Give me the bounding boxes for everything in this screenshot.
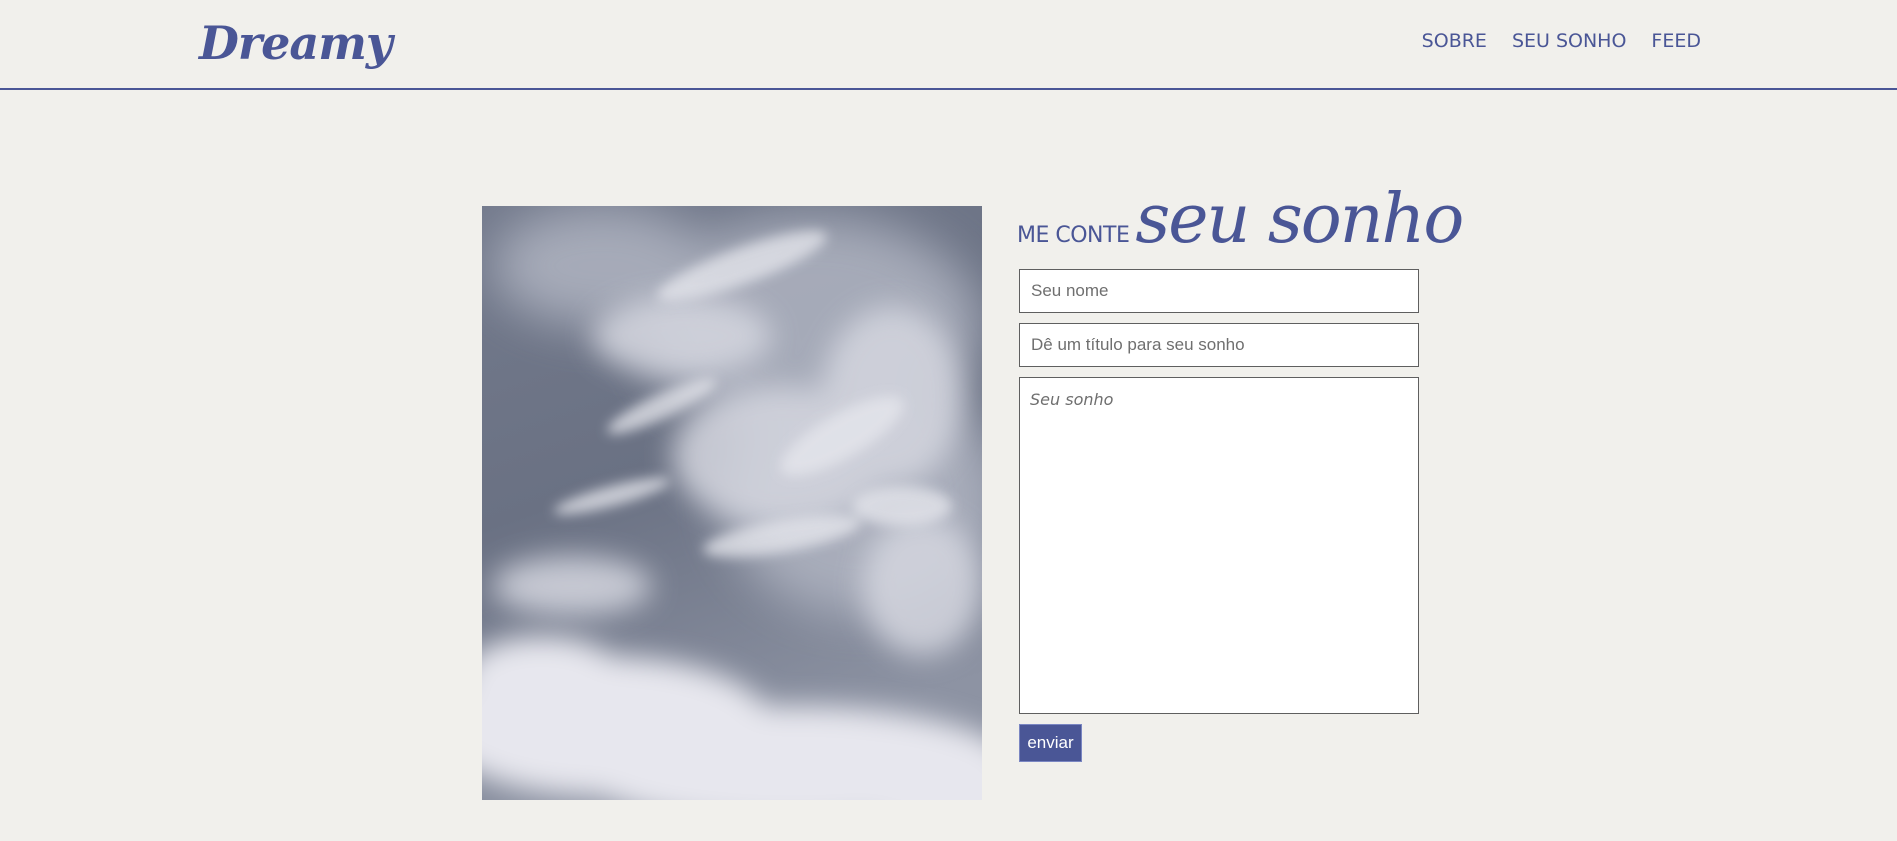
- form-heading: ME CONTEseu sonho: [1017, 180, 1464, 259]
- nav-link-feed[interactable]: FEED: [1651, 28, 1701, 54]
- main-nav: SOBRE SEU SONHO FEED: [1422, 28, 1701, 54]
- nav-link-seu-sonho[interactable]: SEU SONHO: [1512, 28, 1626, 54]
- dream-title-input[interactable]: [1019, 323, 1419, 367]
- heading-title: seu sonho: [1135, 180, 1464, 259]
- top-navbar: Dreamy SOBRE SEU SONHO FEED: [0, 0, 1897, 90]
- submit-button[interactable]: enviar: [1019, 724, 1082, 762]
- site-logo[interactable]: Dreamy: [199, 12, 393, 74]
- dream-textarea[interactable]: [1019, 377, 1419, 714]
- sky-clouds-image: [482, 206, 982, 800]
- heading-prefix: ME CONTE: [1017, 223, 1130, 248]
- nav-link-sobre[interactable]: SOBRE: [1422, 28, 1487, 54]
- name-input[interactable]: [1019, 269, 1419, 313]
